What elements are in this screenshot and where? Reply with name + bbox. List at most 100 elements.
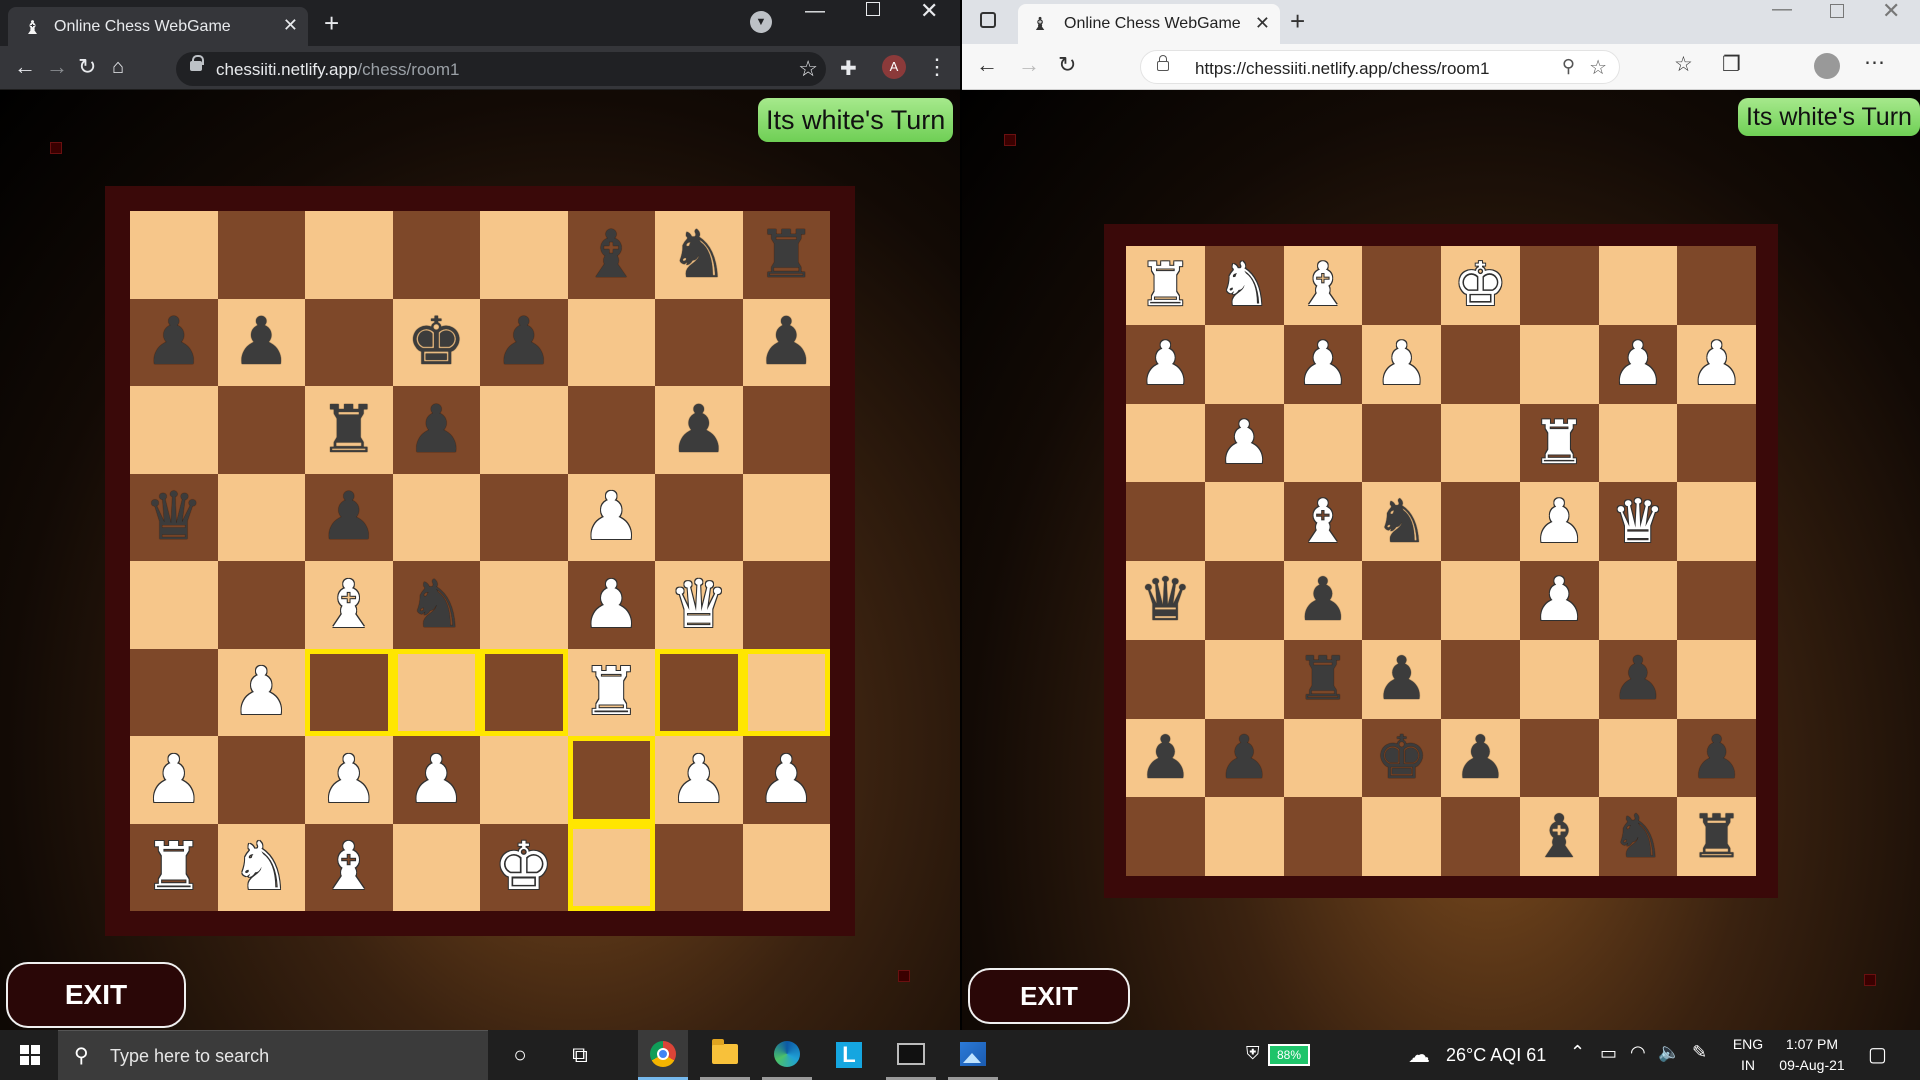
board-square[interactable] xyxy=(1441,403,1520,483)
back-icon[interactable]: ← xyxy=(976,52,998,78)
board-square[interactable] xyxy=(1126,403,1205,483)
board-square[interactable] xyxy=(480,473,568,561)
close-tab-icon[interactable]: ✕ xyxy=(1255,13,1270,34)
board-square[interactable]: ♝ xyxy=(1283,482,1363,561)
close-tab-icon[interactable]: ✕ xyxy=(283,15,298,36)
board-square[interactable] xyxy=(1204,797,1284,876)
board-square[interactable]: ♞ xyxy=(392,561,480,649)
board-square[interactable] xyxy=(480,211,568,299)
black-pawn-icon[interactable]: ♟ xyxy=(1138,728,1192,788)
black-pawn-icon[interactable]: ♟ xyxy=(1217,728,1271,788)
board-square[interactable] xyxy=(305,211,393,299)
exit-button[interactable]: EXIT xyxy=(968,968,1130,1024)
board-square[interactable] xyxy=(742,386,830,474)
board-square[interactable]: ♞ xyxy=(1204,246,1284,325)
board-square[interactable]: ♝ xyxy=(1283,246,1363,325)
board-square[interactable]: ♛ xyxy=(1598,482,1678,561)
chrome-tab[interactable]: ♝ Online Chess WebGame ✕ xyxy=(8,7,308,46)
highlighted-square[interactable] xyxy=(392,648,480,736)
board-square[interactable]: ♟ xyxy=(1519,482,1599,561)
settings-more-icon[interactable]: ⋯ xyxy=(1864,50,1885,75)
board-square[interactable]: ♟ xyxy=(1283,324,1363,404)
black-pawn-icon[interactable]: ♟ xyxy=(1453,728,1507,788)
black-bishop-icon[interactable]: ♝ xyxy=(1532,807,1586,867)
clock-date[interactable]: 09-Aug-21 xyxy=(1772,1057,1852,1073)
black-queen-icon[interactable]: ♛ xyxy=(144,484,203,550)
board-square[interactable] xyxy=(217,561,305,649)
black-rook-icon[interactable]: ♜ xyxy=(319,396,378,463)
board-square[interactable] xyxy=(480,736,568,824)
board-square[interactable] xyxy=(130,648,218,736)
board-square[interactable] xyxy=(1362,246,1441,325)
black-pawn-icon[interactable]: ♟ xyxy=(757,309,816,375)
terminal-icon[interactable] xyxy=(886,1030,936,1080)
photos-icon[interactable] xyxy=(948,1030,998,1080)
white-bishop-icon[interactable]: ♝ xyxy=(1296,492,1350,552)
board-square[interactable] xyxy=(217,736,305,824)
board-square[interactable]: ♞ xyxy=(655,211,743,299)
board-square[interactable] xyxy=(742,473,830,561)
board-square[interactable] xyxy=(1283,718,1363,798)
board-square[interactable] xyxy=(1204,639,1284,719)
black-pawn-icon[interactable]: ♟ xyxy=(494,309,553,375)
l-app-icon[interactable]: L xyxy=(824,1030,874,1080)
board-square[interactable]: ♟ xyxy=(1677,324,1756,404)
black-pawn-icon[interactable]: ♟ xyxy=(407,396,466,463)
white-rook-icon[interactable]: ♜ xyxy=(582,659,641,725)
white-pawn-icon[interactable]: ♟ xyxy=(1532,570,1586,630)
black-queen-icon[interactable]: ♛ xyxy=(1138,570,1192,630)
black-pawn-icon[interactable]: ♟ xyxy=(669,396,728,463)
zoom-icon[interactable]: ⚲ xyxy=(1562,56,1575,77)
board-square[interactable] xyxy=(130,561,218,649)
white-bishop-icon[interactable]: ♝ xyxy=(319,834,378,900)
profile-avatar[interactable]: A xyxy=(882,55,906,79)
add-favorite-icon[interactable]: ☆ xyxy=(1589,55,1607,80)
board-square[interactable]: ♜ xyxy=(1283,639,1363,719)
board-square[interactable]: ♝ xyxy=(1519,797,1599,876)
board-square[interactable] xyxy=(480,386,568,474)
address-bar[interactable]: https://chessiiti.netlify.app/chess/room… xyxy=(1140,50,1620,84)
black-pawn-icon[interactable]: ♟ xyxy=(1375,649,1429,709)
board-square[interactable]: ♟ xyxy=(130,298,218,386)
white-rook-icon[interactable]: ♜ xyxy=(1532,413,1586,473)
file-explorer-icon[interactable] xyxy=(700,1030,750,1080)
board-square[interactable] xyxy=(1126,482,1205,561)
board-square[interactable] xyxy=(305,298,393,386)
board-square[interactable]: ♟ xyxy=(1677,718,1756,798)
board-square[interactable]: ♟ xyxy=(305,473,393,561)
board-square[interactable] xyxy=(1677,561,1756,640)
forward-icon[interactable]: → xyxy=(1018,52,1040,78)
white-rook-icon[interactable]: ♜ xyxy=(144,834,203,900)
board-square[interactable]: ♞ xyxy=(217,823,305,911)
board-square[interactable]: ♟ xyxy=(742,298,830,386)
board-square[interactable]: ♜ xyxy=(1677,797,1756,876)
white-pawn-icon[interactable]: ♟ xyxy=(1375,334,1429,394)
board-square[interactable]: ♚ xyxy=(1441,246,1520,325)
security-shield-icon[interactable]: ⛨ xyxy=(1246,1043,1260,1064)
notifications-icon[interactable]: ▢ xyxy=(1868,1042,1887,1067)
black-bishop-icon[interactable]: ♝ xyxy=(582,221,641,288)
board-square[interactable]: ♝ xyxy=(305,561,393,649)
more-menu-icon[interactable]: ⋮ xyxy=(926,54,948,80)
new-tab-icon[interactable]: + xyxy=(1290,6,1305,37)
board-square[interactable] xyxy=(1126,639,1205,719)
board-square[interactable]: ♟ xyxy=(1441,718,1520,798)
weather-text[interactable]: 26°C AQI 61 xyxy=(1446,1045,1546,1066)
board-square[interactable] xyxy=(567,298,655,386)
black-knight-icon[interactable]: ♞ xyxy=(407,571,466,638)
board-square[interactable]: ♟ xyxy=(655,386,743,474)
profile-avatar[interactable] xyxy=(1814,53,1840,79)
board-square[interactable] xyxy=(1441,561,1520,640)
task-view-icon[interactable]: ⧉ xyxy=(555,1030,605,1080)
minimize-icon[interactable]: — xyxy=(805,0,825,23)
black-rook-icon[interactable]: ♜ xyxy=(757,221,816,288)
board-square[interactable] xyxy=(1204,482,1284,561)
white-bishop-icon[interactable]: ♝ xyxy=(1296,255,1350,315)
white-pawn-icon[interactable]: ♟ xyxy=(1532,492,1586,552)
white-rook-icon[interactable]: ♜ xyxy=(1138,255,1192,315)
board-square[interactable] xyxy=(1598,561,1678,640)
board-square[interactable]: ♟ xyxy=(305,736,393,824)
black-knight-icon[interactable]: ♞ xyxy=(669,221,728,288)
chrome-taskbar-icon[interactable] xyxy=(638,1030,688,1080)
board-square[interactable] xyxy=(1519,246,1599,325)
